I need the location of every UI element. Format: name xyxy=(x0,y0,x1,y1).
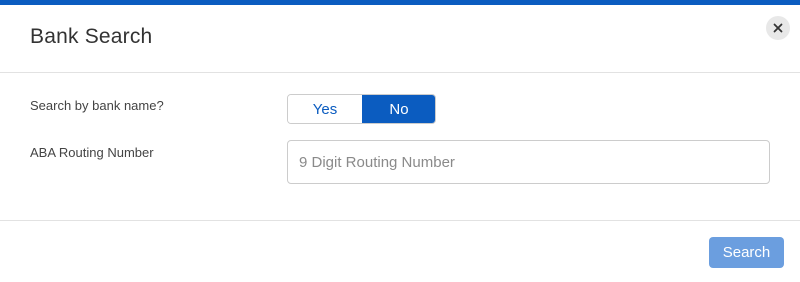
routing-number-input[interactable] xyxy=(287,140,770,184)
toggle-yes-button[interactable]: Yes xyxy=(288,95,362,123)
bank-name-toggle: Yes No xyxy=(287,94,436,124)
bank-search-modal: Bank Search Search by bank name? Yes No … xyxy=(0,0,800,282)
modal-header: Bank Search xyxy=(0,5,800,73)
modal-body: Search by bank name? Yes No ABA Routing … xyxy=(0,74,800,220)
search-by-bank-name-label: Search by bank name? xyxy=(30,98,164,113)
close-icon xyxy=(773,23,783,33)
aba-routing-number-label: ABA Routing Number xyxy=(30,145,154,160)
modal-title: Bank Search xyxy=(30,25,153,48)
toggle-no-button[interactable]: No xyxy=(362,95,435,123)
modal-footer: Search xyxy=(0,220,800,282)
close-button[interactable] xyxy=(766,16,790,40)
search-button[interactable]: Search xyxy=(709,237,784,268)
